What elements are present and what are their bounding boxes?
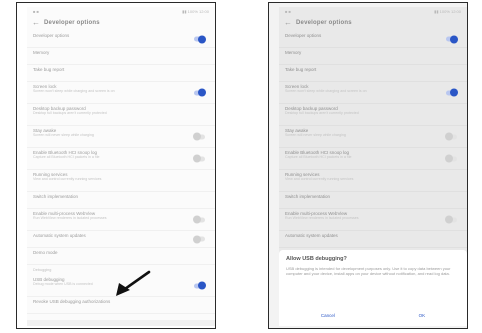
setting-title: Revoke USB debugging authorizations (33, 299, 111, 304)
status-left: ■ ■ (33, 8, 39, 14)
settings-list: Developer options Memory Take bug report Sc… (27, 31, 215, 265)
setting-row-demo-mode[interactable]: Demo mode (27, 248, 215, 265)
setting-row-running-services[interactable]: Running services View and control current… (279, 170, 467, 192)
setting-row-enable-bluetooth-hci-snoop-log[interactable]: Enable Bluetooth HCI snoop log Capture al… (27, 148, 215, 170)
setting-title: Memory (33, 50, 50, 55)
dialog-actions: Cancel OK (279, 313, 467, 318)
setting-summary: View and control currently running servi… (33, 177, 102, 182)
status-left: ■ ■ (285, 8, 291, 14)
status-right: ▮▮ 100% 12:00 (434, 8, 461, 14)
setting-row-take-bug-report[interactable]: Take bug report (27, 65, 215, 82)
setting-row-memory[interactable]: Memory (27, 48, 215, 65)
toggle-switch-off[interactable] (445, 154, 457, 163)
setting-row-stay-awake[interactable]: Stay awake Screen will never sleep while … (279, 126, 467, 148)
right-screen: ■ ■ ▮▮ 100% 12:00 ← Developer options De… (279, 7, 467, 326)
toggle-switch-off[interactable] (193, 154, 205, 163)
setting-row-enable-multi-process-webview[interactable]: Enable multi-process WebView Run WebView … (279, 209, 467, 231)
toggle-switch-on[interactable] (446, 35, 458, 43)
dialog-title: Allow USB debugging? (286, 256, 347, 262)
setting-title: Take bug report (33, 67, 65, 72)
right-phone-screenshot: ■ ■ ▮▮ 100% 12:00 ← Developer options De… (268, 2, 468, 329)
setting-title: Switch implementation (285, 194, 331, 199)
dialog-message: USB debugging is intended for developmen… (286, 266, 451, 277)
toggle-switch-off[interactable] (193, 235, 205, 243)
setting-summary: Capture all Bluetooth HCI packets in a f… (33, 155, 100, 160)
page-title: Developer options (296, 20, 352, 26)
setting-row-revoke-usb-debugging-authorizations[interactable]: Revoke USB debugging authorizations (27, 297, 215, 314)
setting-row-screen-lock[interactable]: Screen lock Screen won't sleep while char… (27, 82, 215, 104)
back-arrow-icon[interactable]: ← (284, 19, 292, 27)
setting-row-desktop-backup-password[interactable]: Desktop backup password Desktop full back… (279, 104, 467, 126)
ok-button[interactable]: OK (419, 313, 426, 318)
setting-title: Automatic system updates (33, 233, 86, 238)
setting-row-memory[interactable]: Memory (279, 48, 467, 65)
setting-row-enable-multi-process-webview[interactable]: Enable multi-process WebView Run WebView … (27, 209, 215, 231)
setting-title: Developer options (285, 33, 322, 38)
setting-row-developer-options[interactable]: Developer options (27, 31, 215, 48)
app-bar: ← Developer options (279, 15, 467, 31)
setting-title: Demo mode (33, 250, 58, 255)
status-bar: ■ ■ ▮▮ 100% 12:00 (279, 7, 467, 15)
setting-summary: Screen won't sleep while charging and sc… (33, 89, 115, 94)
setting-title: Memory (285, 50, 302, 55)
navigation-bar (27, 320, 215, 326)
setting-row-automatic-system-updates[interactable]: Automatic system updates (27, 231, 215, 248)
setting-title: Switch implementation (33, 194, 79, 199)
toggle-switch-off[interactable] (193, 132, 205, 141)
setting-summary: Screen will never sleep while charging (285, 133, 346, 138)
setting-row-stay-awake[interactable]: Stay awake Screen will never sleep while … (27, 126, 215, 148)
setting-summary: View and control currently running servi… (285, 177, 354, 182)
toggle-switch-on[interactable] (194, 281, 206, 290)
toggle-switch-off[interactable] (193, 215, 205, 224)
toggle-switch-off[interactable] (445, 215, 457, 224)
setting-row-automatic-system-updates[interactable]: Automatic system updates (279, 231, 467, 248)
status-bar: ■ ■ ▮▮ 100% 12:00 (27, 7, 215, 15)
setting-row-developer-options[interactable]: Developer options (279, 31, 467, 48)
toggle-switch-on[interactable] (194, 88, 206, 97)
toggle-switch-on[interactable] (194, 35, 206, 43)
setting-summary: Screen will never sleep while charging (33, 133, 94, 138)
setting-title: Developer options (33, 33, 70, 38)
setting-summary: Capture all Bluetooth HCI packets in a f… (285, 155, 352, 160)
toggle-switch-on[interactable] (446, 88, 458, 97)
toggle-switch-off[interactable] (445, 132, 457, 141)
setting-title: Take bug report (285, 67, 317, 72)
usb-debugging-dialog: Allow USB debugging? USB debugging is in… (279, 250, 467, 326)
setting-row-switch-implementation[interactable]: Switch implementation (279, 192, 467, 209)
setting-row-running-services[interactable]: Running services View and control current… (27, 170, 215, 192)
annotation-arrow-icon (116, 270, 151, 296)
setting-title: Automatic system updates (285, 233, 338, 238)
setting-summary: Desktop full backups aren't currently pr… (33, 111, 107, 116)
app-bar: ← Developer options (27, 15, 215, 31)
back-arrow-icon[interactable]: ← (32, 19, 40, 27)
setting-row-desktop-backup-password[interactable]: Desktop backup password Desktop full back… (27, 104, 215, 126)
page-title: Developer options (44, 20, 100, 26)
status-right: ▮▮ 100% 12:00 (182, 8, 209, 14)
setting-row-screen-lock[interactable]: Screen lock Screen won't sleep while char… (279, 82, 467, 104)
setting-row-take-bug-report[interactable]: Take bug report (279, 65, 467, 82)
settings-list: Developer options Memory Take bug report Sc… (279, 31, 467, 248)
setting-summary: Screen won't sleep while charging and sc… (285, 89, 367, 94)
setting-row-switch-implementation[interactable]: Switch implementation (27, 192, 215, 209)
setting-summary: Run WebView renderers in isolated proces… (285, 216, 359, 221)
left-phone-screenshot: ■ ■ ▮▮ 100% 12:00 ← Developer options De… (16, 2, 216, 329)
setting-summary: Desktop full backups aren't currently pr… (285, 111, 359, 116)
setting-summary: Run WebView renderers in isolated proces… (33, 216, 107, 221)
cancel-button[interactable]: Cancel (321, 313, 335, 318)
setting-row-enable-bluetooth-hci-snoop-log[interactable]: Enable Bluetooth HCI snoop log Capture al… (279, 148, 467, 170)
